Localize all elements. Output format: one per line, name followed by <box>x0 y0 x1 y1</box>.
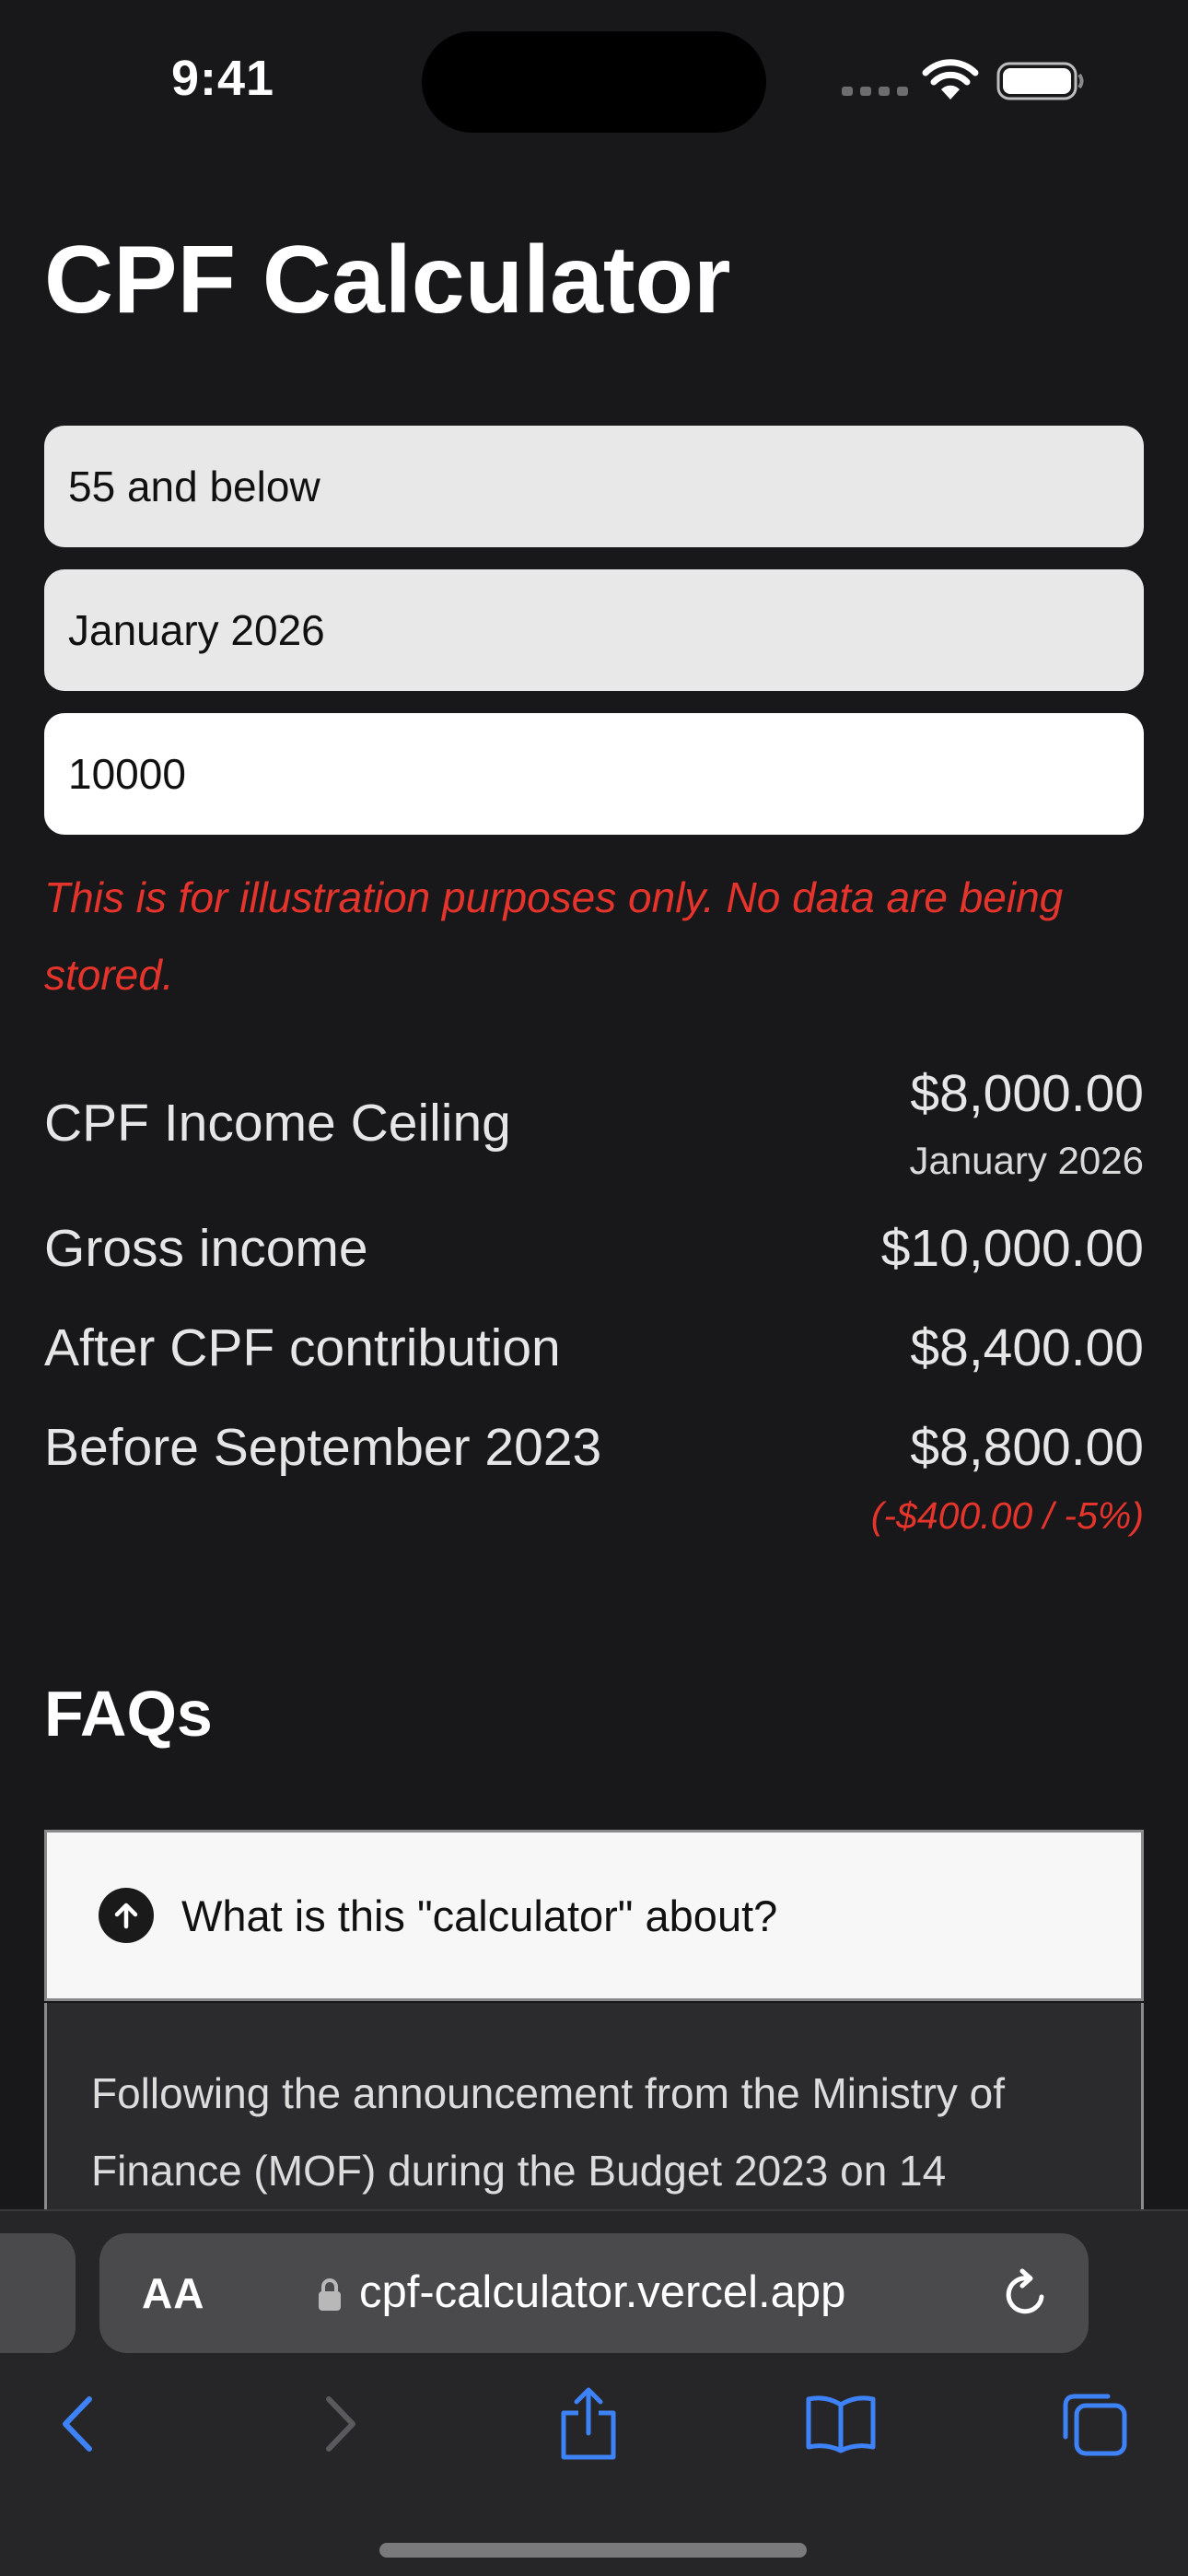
address-bar[interactable]: AA cpf-calculator.vercel.app <box>99 2233 1089 2353</box>
url-text: cpf-calculator.vercel.app <box>359 2267 846 2317</box>
previous-tab-preview[interactable] <box>0 2233 76 2353</box>
faq-question-text: What is this "calculator" about? <box>181 1891 778 1940</box>
share-icon <box>561 2387 616 2460</box>
reload-icon[interactable] <box>1000 2266 1052 2320</box>
browser-toolbar: AA cpf-calculator.vercel.app <box>0 2209 1188 2576</box>
wifi-icon <box>922 59 979 100</box>
book-icon <box>806 2395 876 2453</box>
ceiling-period: January 2026 <box>909 1139 1144 1182</box>
ceiling-label: CPF Income Ceiling <box>44 1094 511 1153</box>
faq-heading: FAQs <box>44 1678 213 1750</box>
cellular-signal-icon <box>842 87 908 96</box>
ceiling-value: $8,000.00 <box>910 1064 1144 1123</box>
after-cpf-value: $8,400.00 <box>910 1318 1144 1377</box>
disclaimer-text: This is for illustration purposes only. … <box>44 873 1064 999</box>
chevron-right-icon <box>326 2396 355 2452</box>
age-group-select[interactable]: 55 and below <box>44 426 1144 547</box>
after-cpf-label: After CPF contribution <box>44 1318 561 1377</box>
before-sept-difference: (-$400.00 / -5%) <box>870 1494 1144 1537</box>
home-indicator <box>379 2543 807 2558</box>
bookmarks-button[interactable] <box>799 2383 882 2465</box>
text-size-label: AA <box>142 2269 205 2317</box>
screen: 9:41 CPF Calculator 55 and below January… <box>0 0 1188 2576</box>
tabs-icon <box>1063 2394 1127 2456</box>
lock-icon <box>319 2278 341 2311</box>
share-button[interactable] <box>547 2383 630 2465</box>
faq-answer-text: Following the announcement from the Mini… <box>91 2069 1006 2195</box>
income-input[interactable] <box>44 713 1144 835</box>
dynamic-island <box>422 31 766 133</box>
page-title: CPF Calculator <box>44 227 731 334</box>
back-button[interactable] <box>39 2383 122 2465</box>
arrow-up-circle-icon <box>99 1888 154 1943</box>
chevron-left-icon <box>63 2396 92 2452</box>
gross-income-label: Gross income <box>44 1219 368 1278</box>
period-select[interactable]: January 2026 <box>44 569 1144 691</box>
tabs-button[interactable] <box>1054 2383 1136 2465</box>
before-sept-label: Before September 2023 <box>44 1418 602 1477</box>
forward-button[interactable] <box>297 2383 379 2465</box>
status-time: 9:41 <box>171 51 275 106</box>
gross-income-value: $10,000.00 <box>880 1219 1144 1278</box>
battery-icon <box>996 62 1084 100</box>
faq-question-toggle[interactable]: What is this "calculator" about? <box>44 1830 1144 2001</box>
text-size-button[interactable]: AA <box>142 2268 204 2318</box>
before-sept-value: $8,800.00 <box>910 1418 1144 1477</box>
